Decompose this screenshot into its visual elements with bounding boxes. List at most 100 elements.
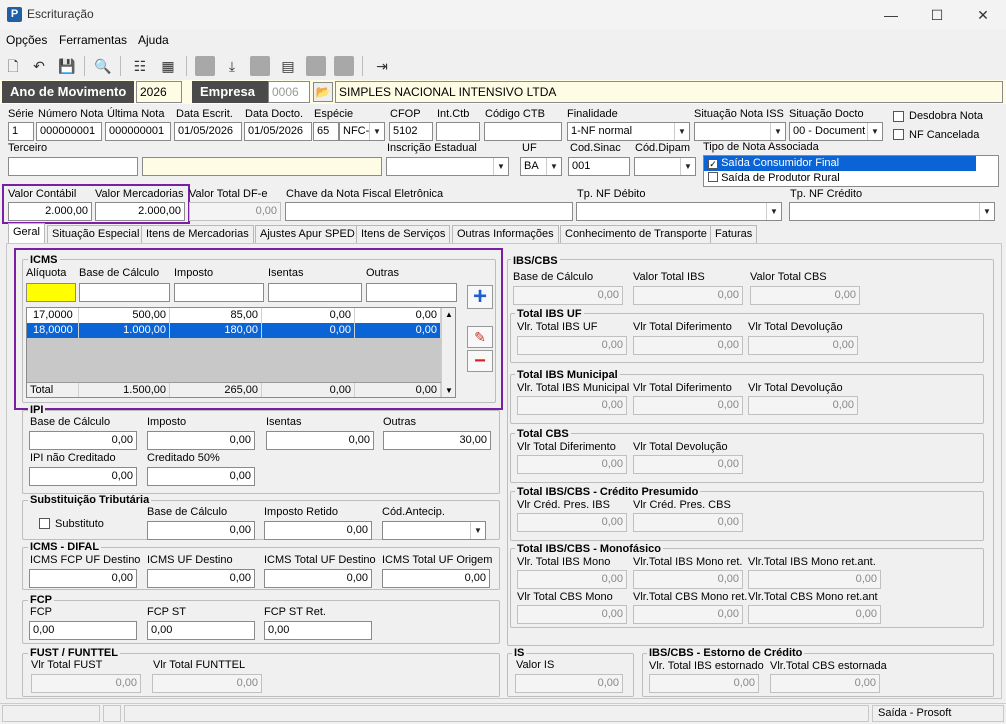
coddipam-select[interactable]: ▼: [634, 157, 696, 176]
new-document-icon[interactable]: 🗋: [3, 56, 23, 76]
codsinac-input[interactable]: 001: [568, 157, 630, 176]
tpcred-label: Tp. NF Crédito: [790, 188, 863, 200]
scrollbar[interactable]: ▲ ▼: [441, 308, 455, 397]
scroll-up-icon[interactable]: ▲: [442, 308, 455, 322]
ipi-imposto-input[interactable]: 0,00: [147, 431, 255, 450]
print-preview-icon[interactable]: 🔍: [93, 56, 113, 76]
ipi-outras-label: Outras: [383, 416, 417, 428]
chevron-down-icon: ▼: [493, 158, 508, 175]
st-retido-input[interactable]: 0,00: [264, 521, 372, 540]
intctb-input[interactable]: [436, 122, 480, 141]
difal-totorig-input[interactable]: 0,00: [382, 569, 490, 588]
empresa-code-input[interactable]: 0006: [268, 81, 310, 103]
scroll-down-icon[interactable]: ▼: [442, 384, 455, 397]
substituto-checkbox[interactable]: [39, 518, 50, 532]
st-base-input[interactable]: 0,00: [147, 521, 255, 540]
difal-ufdest-input[interactable]: 0,00: [147, 569, 255, 588]
menu-ferramentas[interactable]: Ferramentas: [59, 33, 127, 47]
menu-opcoes[interactable]: Opções: [6, 33, 47, 47]
terceiro-code-input[interactable]: [8, 157, 138, 176]
ano-input[interactable]: 2026: [136, 81, 182, 103]
sitdocto-select[interactable]: 00 - Document ▼: [789, 122, 883, 141]
tab-itens-servicos[interactable]: Itens de Serviços: [356, 225, 451, 243]
icms-aliquota-input[interactable]: [26, 283, 76, 302]
tab-geral[interactable]: Geral: [8, 223, 45, 243]
menu-ajuda[interactable]: Ajuda: [138, 33, 169, 47]
ipi-base-label: Base de Cálculo: [30, 416, 111, 428]
tpcred-select[interactable]: ▼: [789, 202, 995, 221]
difal-totdest-label: ICMS Total UF Destino: [264, 554, 376, 566]
ipi-base-input[interactable]: 0,00: [29, 431, 137, 450]
cancelada-checkbox[interactable]: [893, 129, 904, 143]
fcpst-input[interactable]: 0,00: [147, 621, 255, 640]
exit-door-icon[interactable]: ⇥: [372, 56, 392, 76]
calculator-icon[interactable]: ▦: [158, 56, 178, 76]
data-escrit-label: Data Escrit.: [176, 108, 233, 120]
difal-totdest-input[interactable]: 0,00: [264, 569, 372, 588]
codctb-input[interactable]: [484, 122, 562, 141]
data-escrit-input[interactable]: 01/05/2026: [174, 122, 242, 141]
fcpstret-input[interactable]: 0,00: [264, 621, 372, 640]
terceiro-name-input[interactable]: [142, 157, 382, 176]
especie-select[interactable]: NFC-I ▼: [339, 122, 385, 141]
ultima-label: Última Nota: [107, 108, 165, 120]
uf-select[interactable]: BA ▼: [520, 157, 562, 176]
sitiss-select[interactable]: ▼: [694, 122, 786, 141]
tiponota-option-consumidor[interactable]: ✓ Saída Consumidor Final: [704, 156, 976, 171]
cfop-input[interactable]: 5102: [389, 122, 433, 141]
vcontabil-input[interactable]: 2.000,00: [8, 202, 92, 221]
icms-isentas-input[interactable]: [268, 283, 362, 302]
minimize-button[interactable]: —: [868, 0, 914, 30]
difal-fcp-input[interactable]: 0,00: [29, 569, 137, 588]
vmerc-input[interactable]: 2.000,00: [95, 202, 185, 221]
ultima-input[interactable]: 000000001: [105, 122, 171, 141]
tab-situacao-especial[interactable]: Situação Especial: [47, 225, 145, 243]
remove-icon[interactable]: −: [467, 350, 493, 372]
chave-input[interactable]: [285, 202, 573, 221]
mono-a-label: Vlr. Total IBS Mono: [517, 556, 611, 568]
add-icon[interactable]: +: [467, 285, 493, 309]
ibscbs-base-label: Base de Cálculo: [513, 271, 594, 283]
especie-code-input[interactable]: 65: [313, 122, 339, 141]
icms-outras-input[interactable]: [366, 283, 457, 302]
edit-pencil-icon[interactable]: ✎: [467, 326, 493, 348]
st-retido-label: Imposto Retido: [264, 506, 338, 518]
undo-icon[interactable]: ↶: [29, 56, 49, 76]
icms-base-input[interactable]: [79, 283, 170, 302]
icms-imposto-input[interactable]: [174, 283, 264, 302]
cnpj-icon[interactable]: ▤: [278, 56, 298, 76]
ipi-isentas-input[interactable]: 0,00: [266, 431, 374, 450]
finalidade-select[interactable]: 1-NF normal ▼: [567, 122, 690, 141]
tab-faturas[interactable]: Faturas: [710, 225, 758, 243]
serie-input[interactable]: 1: [8, 122, 34, 141]
close-button[interactable]: ✕: [960, 0, 1006, 30]
fcp-title: FCP: [28, 594, 54, 606]
tab-conhecimento-transporte[interactable]: Conhecimento de Transporte: [560, 225, 712, 243]
table-row[interactable]: 17,0000 500,00 85,00 0,00 0,00: [27, 308, 441, 323]
cbs-a-label: Vlr Total Diferimento: [517, 441, 616, 453]
st-antecip-select[interactable]: ▼: [382, 521, 486, 540]
fcp-input[interactable]: 0,00: [29, 621, 137, 640]
tiponota-option-produtor[interactable]: Saída de Produtor Rural: [704, 171, 976, 186]
tiponota-option-label: Saída Consumidor Final: [721, 157, 840, 169]
desdobra-checkbox[interactable]: [893, 111, 904, 125]
tab-itens-mercadorias[interactable]: Itens de Mercadorias: [141, 225, 254, 243]
maximize-button[interactable]: ☐: [914, 0, 960, 30]
table-row[interactable]: 18,0000 1.000,00 180,00 0,00 0,00: [27, 323, 441, 338]
tree-icon[interactable]: ☷: [130, 56, 150, 76]
ipi-cred50-input[interactable]: 0,00: [147, 467, 255, 486]
icms-col-base: Base de Cálculo: [79, 267, 160, 279]
tpdeb-select[interactable]: ▼: [576, 202, 782, 221]
chevron-down-icon: ▼: [470, 522, 485, 539]
ipi-outras-input[interactable]: 30,00: [383, 431, 491, 450]
ipi-naocred-input[interactable]: 0,00: [29, 467, 137, 486]
ie-select[interactable]: ▼: [386, 157, 509, 176]
tab-outras-informacoes[interactable]: Outras Informações: [452, 225, 559, 243]
save-icon[interactable]: 💾: [57, 56, 77, 76]
data-docto-input[interactable]: 01/05/2026: [244, 122, 312, 141]
folder-icon[interactable]: 📂: [313, 82, 333, 102]
substituto-label: Substituto: [55, 518, 104, 530]
tab-ajustes-apur-sped[interactable]: Ajustes Apur SPED: [255, 225, 360, 243]
numero-input[interactable]: 000000001: [36, 122, 102, 141]
import-icon[interactable]: ⤓: [222, 56, 242, 76]
